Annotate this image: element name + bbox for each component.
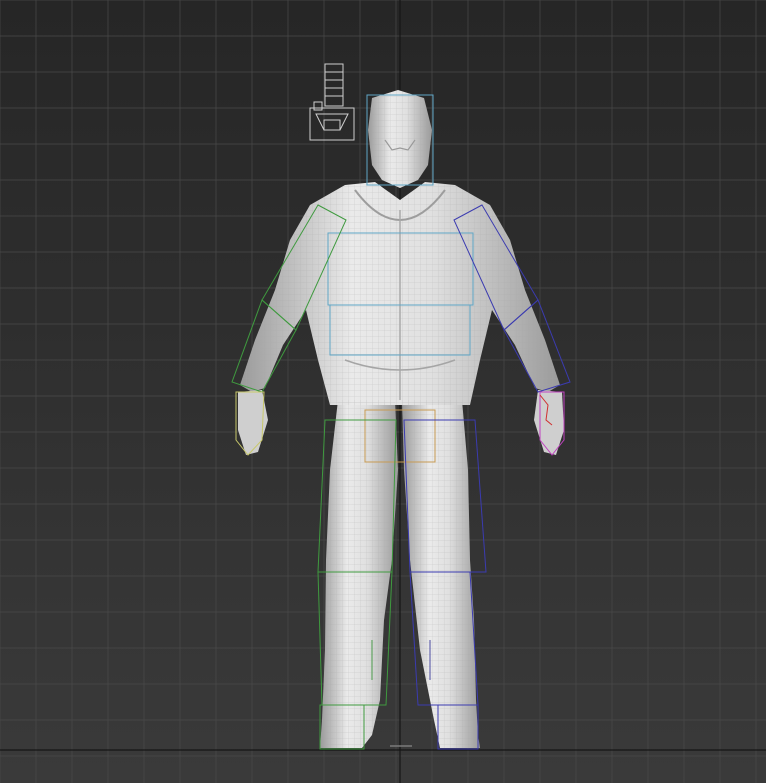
3d-viewport[interactable]: [0, 0, 766, 783]
